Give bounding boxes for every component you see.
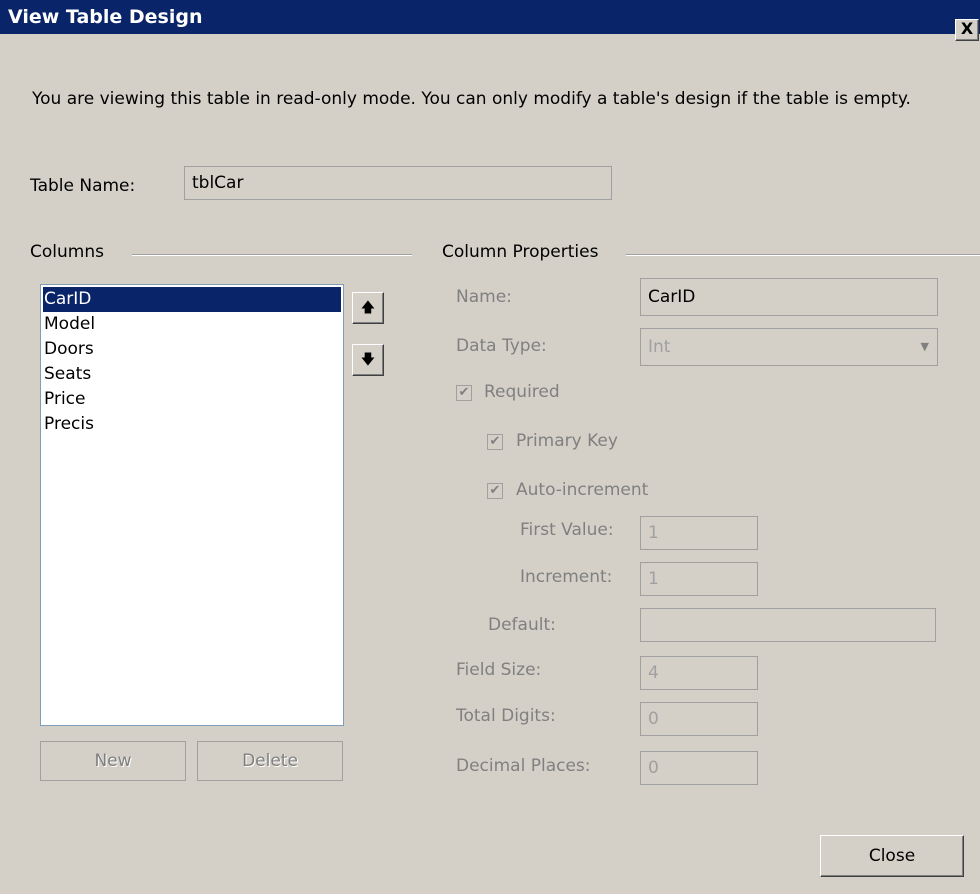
- primary-key-checkbox[interactable]: ✔: [487, 434, 503, 450]
- close-icon: X: [960, 19, 974, 38]
- field-size-label: Field Size:: [456, 660, 542, 680]
- close-button[interactable]: Close: [820, 835, 964, 877]
- required-label: Required: [484, 382, 560, 402]
- title-bar: View Table Design: [0, 0, 980, 34]
- columns-divider: [132, 254, 412, 256]
- table-name-label: Table Name:: [30, 176, 136, 196]
- dropdown-arrow-icon: ▼: [920, 340, 929, 353]
- table-name-field[interactable]: tblCar: [184, 166, 612, 200]
- default-field[interactable]: [640, 608, 936, 642]
- decimal-places-field[interactable]: 0: [640, 751, 758, 785]
- decimal-places-label: Decimal Places:: [456, 756, 591, 776]
- delete-column-button[interactable]: Delete: [197, 741, 343, 781]
- move-up-button[interactable]: 🡅: [352, 292, 384, 324]
- new-column-button[interactable]: New: [40, 741, 186, 781]
- columns-list[interactable]: CarID Model Doors Seats Price Precis: [40, 284, 344, 726]
- required-checkbox[interactable]: ✔: [456, 385, 472, 401]
- default-label: Default:: [488, 615, 556, 635]
- arrow-down-icon: 🡇: [360, 352, 376, 368]
- move-down-button[interactable]: 🡇: [352, 344, 384, 376]
- window-title: View Table Design: [8, 6, 203, 28]
- column-properties-heading: Column Properties: [442, 242, 599, 262]
- auto-increment-label: Auto-increment: [516, 480, 649, 500]
- first-value-label: First Value:: [520, 520, 614, 540]
- field-size-field[interactable]: 4: [640, 656, 758, 690]
- list-item[interactable]: Seats: [41, 362, 343, 387]
- list-item[interactable]: CarID: [43, 287, 341, 312]
- first-value-field[interactable]: 1: [640, 516, 758, 550]
- arrow-up-icon: 🡅: [360, 300, 376, 316]
- data-type-label: Data Type:: [456, 336, 547, 356]
- list-item[interactable]: Precis: [41, 412, 343, 437]
- columns-heading: Columns: [30, 242, 104, 262]
- primary-key-label: Primary Key: [516, 431, 618, 451]
- column-properties-divider: [626, 254, 980, 256]
- total-digits-label: Total Digits:: [456, 706, 556, 726]
- increment-field[interactable]: 1: [640, 562, 758, 596]
- list-item[interactable]: Price: [41, 387, 343, 412]
- list-item[interactable]: Doors: [41, 337, 343, 362]
- list-item[interactable]: Model: [41, 312, 343, 337]
- total-digits-field[interactable]: 0: [640, 702, 758, 736]
- name-label: Name:: [456, 287, 512, 307]
- increment-label: Increment:: [520, 567, 613, 587]
- data-type-value: Int: [648, 337, 671, 357]
- read-only-info: You are viewing this table in read-only …: [32, 89, 911, 109]
- auto-increment-checkbox[interactable]: ✔: [487, 483, 503, 499]
- column-name-field[interactable]: CarID: [640, 278, 938, 316]
- close-window-button[interactable]: X: [955, 19, 979, 41]
- data-type-select[interactable]: Int ▼: [640, 328, 938, 366]
